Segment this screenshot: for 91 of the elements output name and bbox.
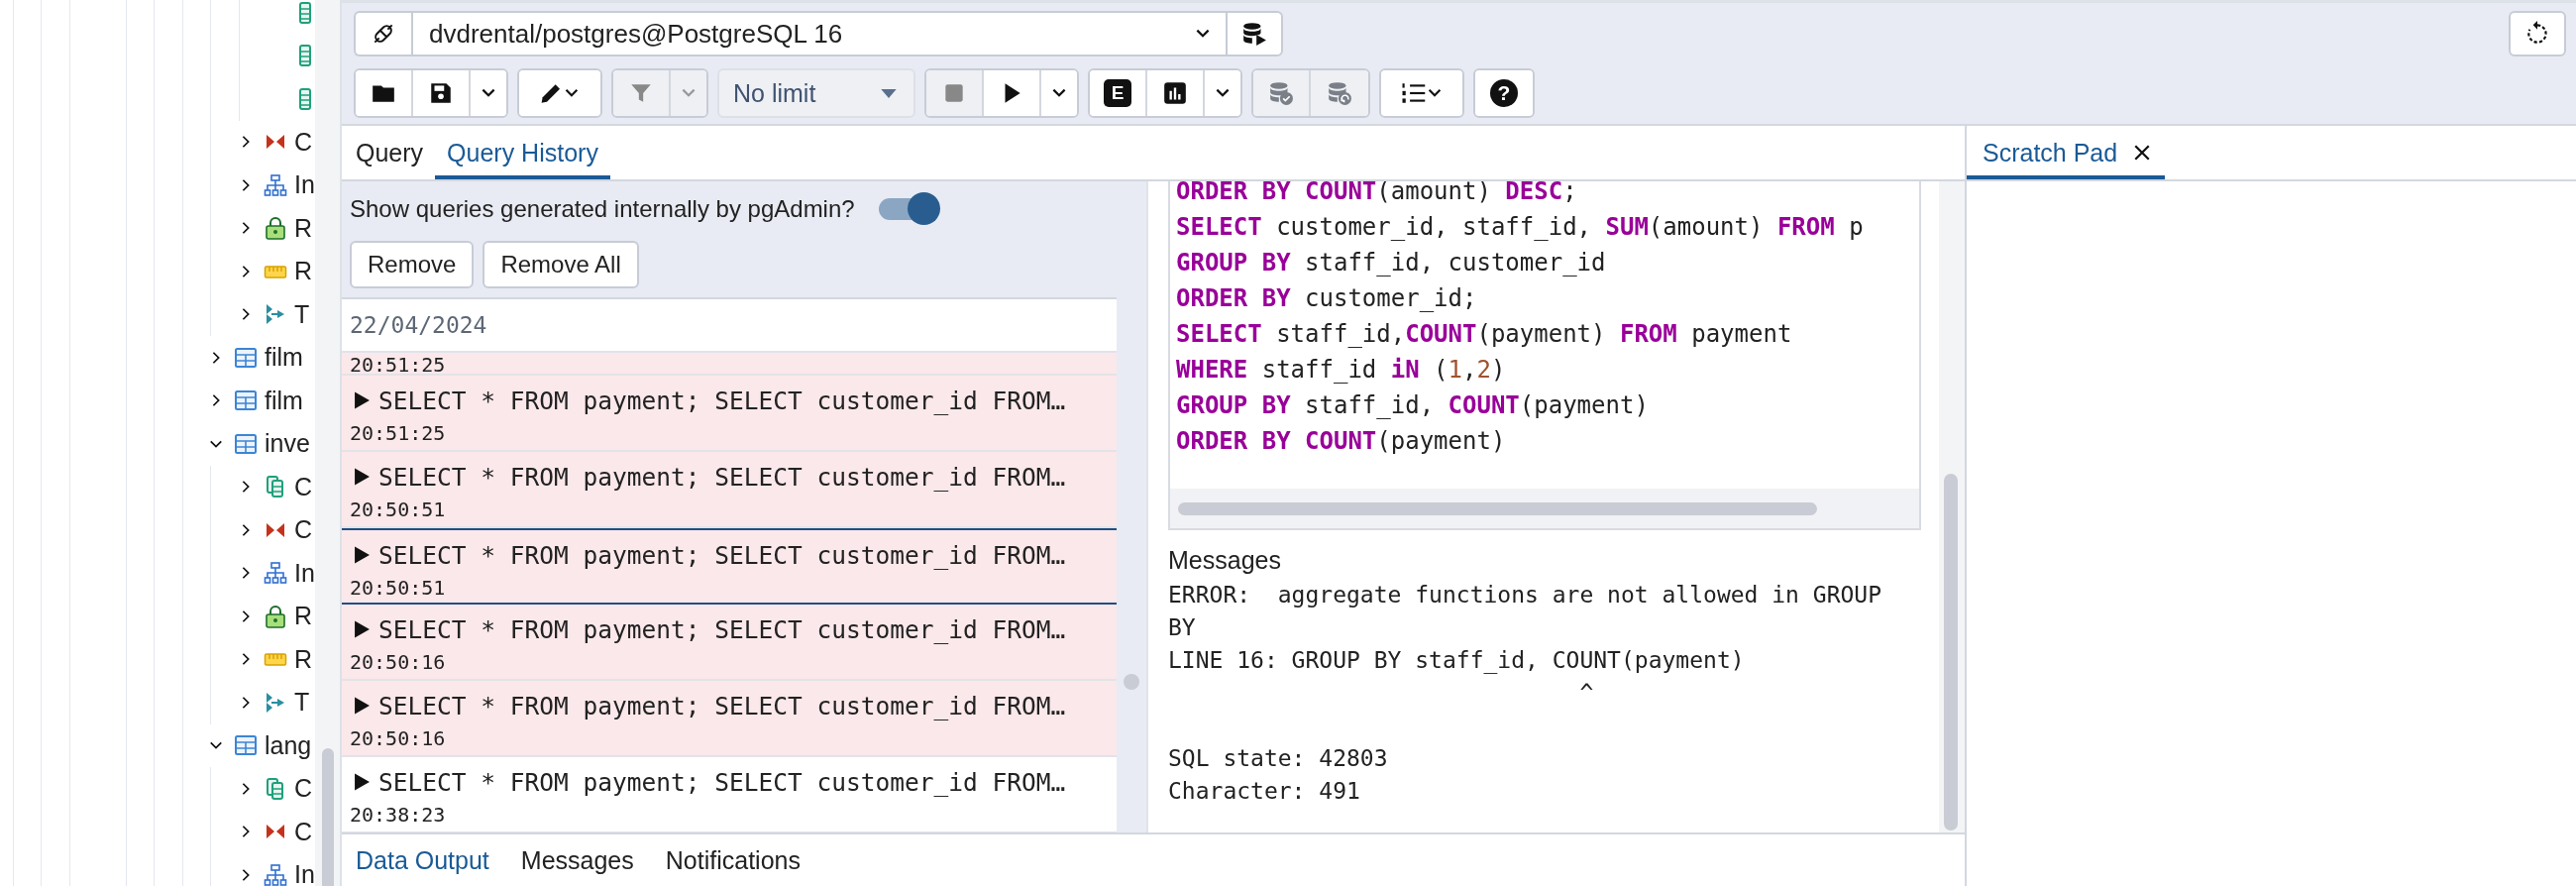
table-icon <box>234 388 258 413</box>
tab[interactable]: Notifications <box>651 845 814 875</box>
scrollbar-thumb[interactable] <box>1124 674 1139 690</box>
remove-button[interactable]: Remove All <box>483 241 639 288</box>
refresh-button[interactable] <box>2509 11 2566 56</box>
help-button[interactable]: ? <box>1475 70 1533 116</box>
lock-icon <box>264 604 287 628</box>
scrollbar-thumb[interactable] <box>1178 501 1817 515</box>
floppy-icon <box>428 80 454 106</box>
hierarchy-icon <box>264 862 287 886</box>
tree-item-label[interactable]: In <box>294 860 315 886</box>
table-icon <box>234 733 258 758</box>
tab[interactable]: Query <box>344 130 436 179</box>
play-icon <box>354 772 371 792</box>
query-text: SELECT * FROM payment; SELECT customer_id FROM… <box>378 540 1066 570</box>
tree-item-label[interactable]: lang <box>265 730 312 760</box>
close-icon[interactable] <box>2133 144 2152 162</box>
query-time: 20:38:23 <box>350 803 447 827</box>
hierarchy-icon <box>264 172 287 197</box>
tree-item-label[interactable]: C <box>294 515 313 545</box>
open-button[interactable] <box>356 70 413 116</box>
lock-icon <box>264 216 287 241</box>
history-entry[interactable]: SELECT * FROM payment; SELECT customer_id FROM… 20:50:51 <box>342 528 1117 605</box>
table-icon <box>234 345 258 370</box>
code-line: GROUP BY staff_id, COUNT(payment) <box>1176 390 1650 421</box>
table-icon <box>234 431 258 456</box>
play-icon <box>354 545 371 565</box>
history-entry[interactable]: SELECT * FROM payment; SELECT customer_id FROM… 20:50:51 <box>342 452 1117 528</box>
messages-heading: Messages <box>1168 546 1282 575</box>
history-entry[interactable]: SELECT * FROM payment; SELECT customer_id FROM… 20:51:25 <box>342 376 1117 452</box>
caret-icon <box>880 87 898 99</box>
tab[interactable]: Data Output <box>342 845 503 875</box>
scratch-pad-tab[interactable]: Scratch Pad <box>1967 126 2166 179</box>
play-icon <box>354 619 371 639</box>
tree-item-label[interactable]: C <box>294 774 313 804</box>
play-icon <box>354 467 371 487</box>
code-line: WHERE staff_id iN (1,2) <box>1176 355 1507 386</box>
toggle-label: Show queries generated internally by pgAdmin? <box>350 195 855 223</box>
hierarchy-icon <box>264 561 287 586</box>
tab[interactable]: Messages <box>506 845 648 875</box>
tree-item-label[interactable]: R <box>294 602 313 631</box>
query-time: 20:50:51 <box>350 576 447 600</box>
explain-button[interactable]: E <box>1090 70 1147 116</box>
history-entry[interactable]: SELECT * FROM payment; SELECT customer_id FROM… 20:50:16 <box>342 681 1117 757</box>
bar-chart-icon <box>1162 80 1188 106</box>
tree-item-label[interactable]: R <box>294 257 313 286</box>
code-line: ORDER BY COUNT(payment) <box>1176 426 1507 457</box>
tree-item-label[interactable]: inve <box>265 429 310 459</box>
query-time: 20:51:25 <box>350 353 447 374</box>
database-play-icon <box>1241 21 1267 47</box>
query-text: SELECT * FROM payment; SELECT customer_id FROM… <box>378 462 1066 492</box>
play-icon <box>354 390 371 410</box>
query-time: 20:50:51 <box>350 498 447 521</box>
code-line: SELECT customer_id, staff_id, SUM(amount) FROM p <box>1176 212 1865 243</box>
query-text: SELECT * FROM payment; SELECT customer_id FROM… <box>378 767 1066 797</box>
scrollbar-thumb[interactable] <box>1944 474 1958 831</box>
refresh-icon <box>2524 21 2550 47</box>
tree-item-label[interactable]: film <box>265 386 303 415</box>
error-message: ERROR: aggregate functions are not allowed in GROUP BY LINE 16: GROUP BY staff_id, COUNT(payment) ^ SQL state: 42803 Character: 491 <box>1168 581 1883 806</box>
database-run-button[interactable] <box>1226 11 1283 56</box>
code-editor[interactable] <box>1168 181 1921 530</box>
tree-item-label[interactable]: R <box>294 644 313 674</box>
tree-item-label[interactable]: T <box>294 299 310 329</box>
tree-item-label[interactable]: R <box>294 213 313 243</box>
database-check-icon <box>1268 80 1294 106</box>
query-text: SELECT * FROM payment; SELECT customer_id FROM… <box>378 386 1066 415</box>
query-text: SELECT * FROM payment; SELECT customer_id FROM… <box>378 691 1066 720</box>
play-icon <box>354 696 371 716</box>
remove-button[interactable]: Remove <box>350 241 475 288</box>
code-line: GROUP BY staff_id, customer_id <box>1176 248 1607 278</box>
connection-select[interactable]: dvdrental/postgres@PostgreSQL 16 <box>354 11 1226 56</box>
query-time: 20:50:16 <box>350 650 447 674</box>
code-line: ORDER BY COUNT(amount) DESC; <box>1176 181 1578 207</box>
list-icon <box>1400 80 1444 106</box>
query-time: 20:50:16 <box>350 726 447 750</box>
query-time: 20:51:25 <box>350 421 447 445</box>
tree-item-label[interactable]: In <box>294 170 315 200</box>
code-line: SELECT staff_id,COUNT(payment) FROM payment <box>1176 319 1793 350</box>
tree-item-label[interactable]: T <box>294 688 310 718</box>
scrollbar-thumb[interactable] <box>322 748 334 886</box>
tree-item-label[interactable]: In <box>294 558 315 588</box>
limit-dropdown[interactable]: No limit <box>717 68 915 118</box>
tree-item-label[interactable]: C <box>294 817 313 846</box>
tree-item-label[interactable]: C <box>294 127 313 157</box>
code-line: ORDER BY customer_id; <box>1176 283 1478 314</box>
tree-item-label[interactable]: C <box>294 472 313 501</box>
database-undo-icon <box>1327 80 1352 106</box>
tree-item-label[interactable]: film <box>265 343 303 373</box>
query-text: SELECT * FROM payment; SELECT customer_id FROM… <box>378 614 1066 644</box>
history-entry[interactable]: 20:51:25 <box>342 353 1117 376</box>
history-entry[interactable]: SELECT * FROM payment; SELECT customer_id FROM… 20:50:16 <box>342 605 1117 681</box>
